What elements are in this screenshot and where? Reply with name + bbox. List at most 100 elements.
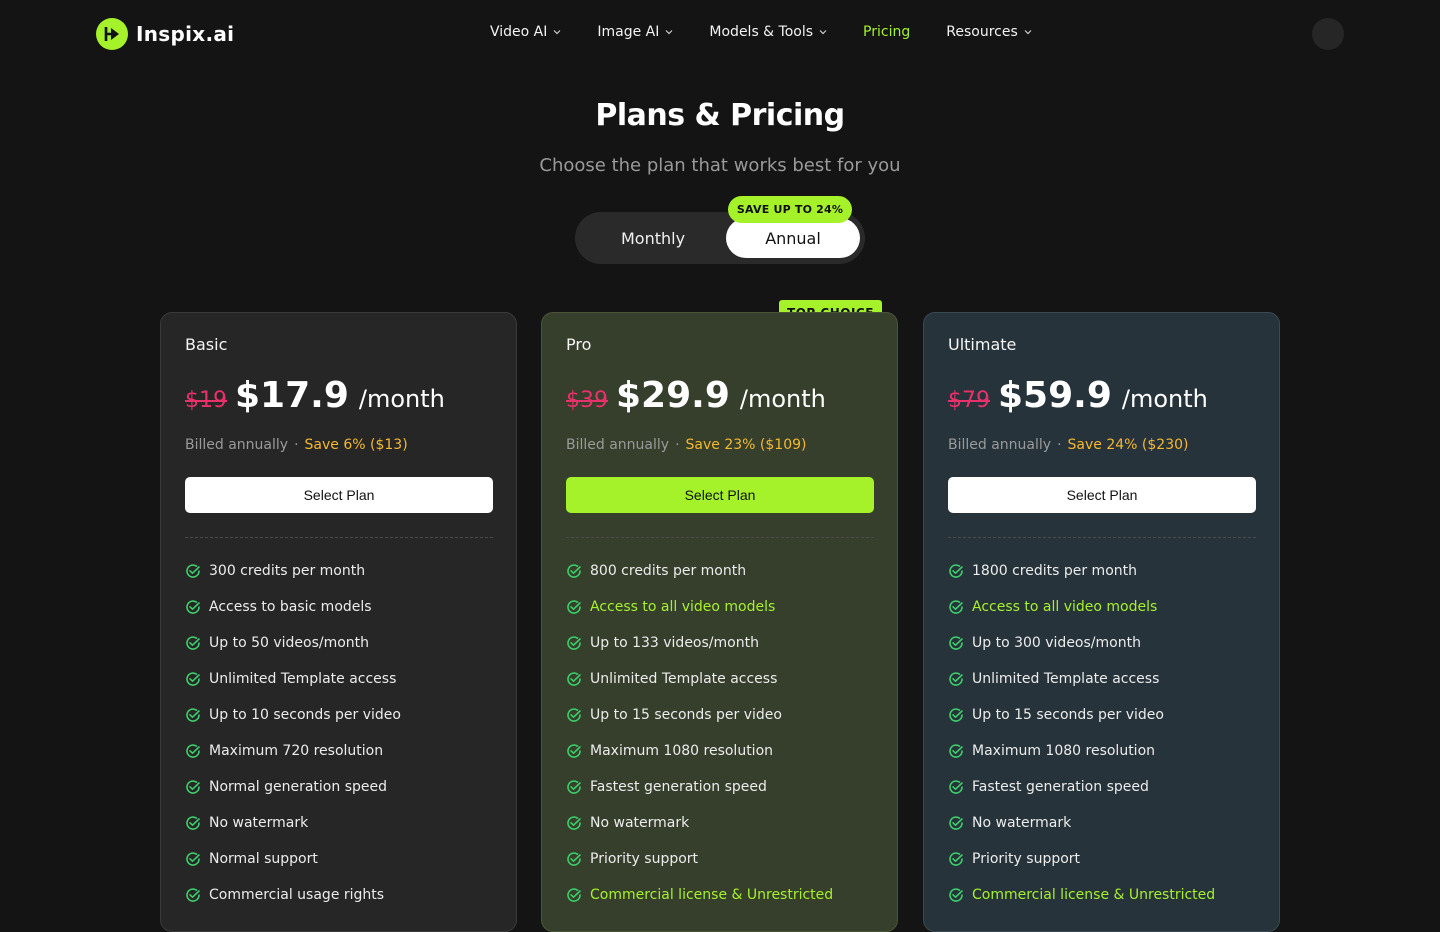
feature-item: Maximum 1080 resolution bbox=[948, 733, 1258, 769]
feature-text: Access to all video models bbox=[590, 599, 776, 615]
check-circle-icon bbox=[186, 636, 200, 650]
nav-item-models-tools[interactable]: Models & Tools bbox=[709, 24, 827, 40]
plan-name: Basic bbox=[185, 335, 228, 354]
feature-text: Commercial license & Unrestricted bbox=[972, 887, 1216, 903]
brand-name: Inspix.ai bbox=[136, 22, 235, 46]
brand-logo[interactable]: Inspix.ai bbox=[96, 18, 234, 50]
feature-text: No watermark bbox=[209, 815, 309, 831]
chevron-down-icon bbox=[665, 30, 673, 35]
nav-item-video-ai[interactable]: Video AI bbox=[490, 24, 561, 40]
select-plan-button[interactable]: Select Plan bbox=[948, 477, 1256, 513]
feature-text: Up to 133 videos/month bbox=[590, 635, 759, 651]
select-plan-button[interactable]: Select Plan bbox=[566, 477, 874, 513]
check-circle-icon bbox=[186, 708, 200, 722]
check-circle-icon bbox=[567, 852, 581, 866]
check-circle-icon bbox=[567, 564, 581, 578]
toggle-annual-option[interactable]: Annual bbox=[726, 218, 860, 258]
feature-item: 1800 credits per month bbox=[948, 553, 1258, 589]
billing-text: Billed annually bbox=[948, 437, 1052, 453]
feature-text: 300 credits per month bbox=[209, 563, 366, 579]
feature-text: Maximum 720 resolution bbox=[209, 743, 384, 759]
savings-text: Save 23% ($109) bbox=[685, 437, 807, 453]
feature-text: Up to 15 seconds per video bbox=[590, 707, 782, 723]
check-circle-icon bbox=[567, 744, 581, 758]
nav-item-image-ai[interactable]: Image AI bbox=[597, 24, 673, 40]
check-circle-icon bbox=[186, 780, 200, 794]
save-badge: SAVE UP TO 24% bbox=[728, 196, 852, 223]
feature-item: Access to all video models bbox=[948, 589, 1258, 625]
price-period: /month bbox=[739, 385, 826, 413]
check-circle-icon bbox=[949, 780, 963, 794]
check-circle-icon bbox=[567, 816, 581, 830]
separator-dot: · bbox=[1057, 437, 1062, 453]
check-circle-icon bbox=[949, 564, 963, 578]
price-row: $19 $17.9 /month bbox=[185, 375, 445, 416]
feature-text: Maximum 1080 resolution bbox=[590, 743, 774, 759]
check-circle-icon bbox=[186, 816, 200, 830]
current-price: $59.9 bbox=[998, 375, 1112, 416]
feature-item: Up to 15 seconds per video bbox=[948, 697, 1258, 733]
check-circle-icon bbox=[949, 636, 963, 650]
divider bbox=[185, 537, 493, 538]
check-circle-icon bbox=[567, 600, 581, 614]
feature-text: Fastest generation speed bbox=[972, 779, 1149, 795]
feature-text: Access to basic models bbox=[209, 599, 372, 615]
feature-text: Maximum 1080 resolution bbox=[972, 743, 1156, 759]
top-nav-bar: Inspix.ai Video AI Image AI Models & Too… bbox=[0, 0, 1440, 68]
feature-item: No watermark bbox=[185, 805, 495, 841]
page-title: Plans & Pricing bbox=[595, 98, 845, 133]
feature-item: Commercial usage rights bbox=[185, 877, 495, 913]
old-price: $79 bbox=[948, 388, 990, 413]
nav-item-label: Models & Tools bbox=[709, 24, 814, 40]
check-circle-icon bbox=[186, 672, 200, 686]
feature-item: Unlimited Template access bbox=[185, 661, 495, 697]
feature-item: Access to basic models bbox=[185, 589, 495, 625]
old-price: $39 bbox=[566, 388, 608, 413]
current-price: $29.9 bbox=[616, 375, 730, 416]
feature-item: Up to 10 seconds per video bbox=[185, 697, 495, 733]
feature-text: Priority support bbox=[972, 851, 1081, 867]
feature-item: Unlimited Template access bbox=[566, 661, 876, 697]
user-avatar[interactable] bbox=[1312, 18, 1344, 50]
plan-name: Ultimate bbox=[948, 335, 1017, 354]
check-circle-icon bbox=[949, 888, 963, 902]
check-circle-icon bbox=[949, 816, 963, 830]
billing-info: Billed annually · Save 23% ($109) bbox=[566, 437, 806, 453]
nav-item-pricing[interactable]: Pricing bbox=[863, 24, 910, 40]
billing-text: Billed annually bbox=[185, 437, 289, 453]
check-circle-icon bbox=[186, 888, 200, 902]
old-price: $19 bbox=[185, 388, 227, 413]
feature-item: 800 credits per month bbox=[566, 553, 876, 589]
billing-info: Billed annually · Save 24% ($230) bbox=[948, 437, 1188, 453]
feature-text: Unlimited Template access bbox=[972, 671, 1160, 687]
feature-item: Up to 133 videos/month bbox=[566, 625, 876, 661]
feature-text: Up to 15 seconds per video bbox=[972, 707, 1164, 723]
feature-text: Up to 300 videos/month bbox=[972, 635, 1141, 651]
check-circle-icon bbox=[567, 636, 581, 650]
feature-item: Fastest generation speed bbox=[566, 769, 876, 805]
page-subtitle: Choose the plan that works best for you bbox=[539, 155, 901, 176]
price-row: $39 $29.9 /month bbox=[566, 375, 826, 416]
check-circle-icon bbox=[949, 600, 963, 614]
check-circle-icon bbox=[567, 888, 581, 902]
check-circle-icon bbox=[949, 744, 963, 758]
nav-item-label: Image AI bbox=[597, 24, 660, 40]
separator-dot: · bbox=[294, 437, 299, 453]
logo-icon bbox=[96, 18, 128, 50]
feature-text: Commercial license & Unrestricted bbox=[590, 887, 834, 903]
feature-text: Priority support bbox=[590, 851, 699, 867]
plan-card-ultimate: Ultimate $79 $59.9 /month Billed annuall… bbox=[923, 312, 1280, 932]
toggle-monthly-option[interactable]: Monthly bbox=[585, 218, 721, 258]
savings-text: Save 24% ($230) bbox=[1067, 437, 1189, 453]
feature-text: Normal support bbox=[209, 851, 318, 867]
plan-card-basic: Basic $19 $17.9 /month Billed annually · S… bbox=[160, 312, 517, 932]
check-circle-icon bbox=[567, 780, 581, 794]
separator-dot: · bbox=[675, 437, 680, 453]
select-plan-button[interactable]: Select Plan bbox=[185, 477, 493, 513]
chevron-down-icon bbox=[553, 30, 561, 35]
feature-text: Up to 50 videos/month bbox=[209, 635, 370, 651]
chevron-down-icon bbox=[1024, 30, 1032, 35]
nav-item-resources[interactable]: Resources bbox=[946, 24, 1032, 40]
check-circle-icon bbox=[949, 672, 963, 686]
feature-list: 800 credits per month Access to all video… bbox=[566, 553, 876, 913]
